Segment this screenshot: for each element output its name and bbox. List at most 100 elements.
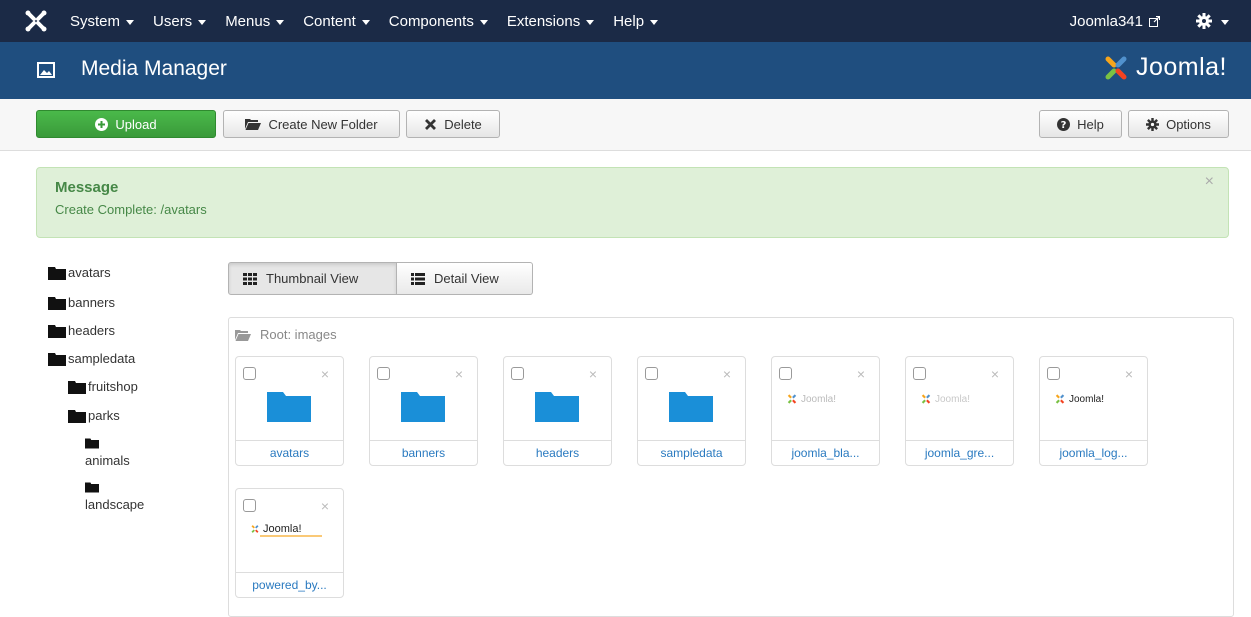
settings-menu[interactable]	[1196, 13, 1229, 29]
thumbnail-label[interactable]: banners	[370, 440, 477, 465]
joomla-logo-icon	[921, 394, 931, 404]
folder-icon	[48, 325, 66, 338]
folder-icon	[669, 392, 713, 422]
caret-down-icon	[650, 19, 659, 25]
thumbnail-label[interactable]: joomla_log...	[1040, 440, 1147, 465]
main-menu: System Users Menus Content Components Ex…	[70, 0, 677, 42]
tree-item-headers[interactable]: headers	[48, 323, 115, 338]
thumbnail-label[interactable]: avatars	[236, 440, 343, 465]
toolbar: Upload Create New Folder Delete ? Help O…	[0, 99, 1251, 151]
folder-icon	[85, 482, 99, 493]
select-checkbox[interactable]	[377, 367, 390, 380]
joomla-logo-icon	[1055, 394, 1065, 404]
image-preview: Joomla!	[786, 390, 866, 408]
thumbnail-label[interactable]: powered_by...	[236, 572, 343, 597]
select-checkbox[interactable]	[645, 367, 658, 380]
upload-button[interactable]: Upload	[36, 110, 216, 138]
delete-icon[interactable]: ×	[723, 366, 731, 382]
thumbnail-label[interactable]: sampledata	[638, 440, 745, 465]
caret-down-icon	[479, 19, 488, 25]
breadcrumb: Root: images	[235, 327, 337, 342]
folder-icon	[267, 392, 311, 422]
media-panel: Root: images × avatars × banners × heade…	[228, 317, 1234, 617]
success-message: Message Create Complete: /avatars ×	[36, 167, 1229, 238]
tree-item-animals[interactable]: animals	[85, 438, 130, 468]
delete-icon[interactable]: ×	[455, 366, 463, 382]
svg-text:?: ?	[1061, 120, 1067, 131]
select-checkbox[interactable]	[1047, 367, 1060, 380]
external-link-icon	[1149, 15, 1160, 27]
delete-icon[interactable]: ×	[321, 366, 329, 382]
gear-icon	[1196, 13, 1212, 29]
thumbnail-image-joomla-logo[interactable]: × Joomla! joomla_log...	[1039, 356, 1148, 466]
thumbnail-folder-banners[interactable]: × banners	[369, 356, 478, 466]
delete-icon[interactable]: ×	[589, 366, 597, 382]
thumbnail-folder-sampledata[interactable]: × sampledata	[637, 356, 746, 466]
grid-icon	[243, 272, 257, 285]
tree-item-landscape[interactable]: landscape	[85, 482, 144, 512]
select-checkbox[interactable]	[243, 499, 256, 512]
question-circle-icon: ?	[1057, 117, 1071, 131]
folder-icon	[85, 438, 99, 449]
delete-icon[interactable]: ×	[321, 498, 329, 514]
tree-item-fruitshop[interactable]: fruitshop	[68, 379, 138, 394]
caret-down-icon	[361, 19, 370, 25]
site-link[interactable]: Joomla341	[1070, 13, 1160, 30]
create-folder-button[interactable]: Create New Folder	[223, 110, 400, 138]
joomla-brand: Joomla!	[1102, 53, 1227, 82]
caret-down-icon	[198, 19, 207, 25]
thumbnail-label[interactable]: joomla_bla...	[772, 440, 879, 465]
joomla-logo-icon	[1105, 56, 1127, 79]
close-message-button[interactable]: ×	[1205, 173, 1214, 191]
select-checkbox[interactable]	[779, 367, 792, 380]
message-text: Create Complete: /avatars	[55, 202, 207, 217]
menu-content[interactable]: Content	[303, 13, 370, 30]
message-heading: Message	[55, 179, 119, 196]
help-button[interactable]: ? Help	[1039, 110, 1122, 138]
thumbnail-label[interactable]: headers	[504, 440, 611, 465]
tree-item-parks[interactable]: parks	[68, 408, 120, 423]
menu-system[interactable]: System	[70, 13, 135, 30]
folder-icon	[68, 410, 86, 423]
tree-item-banners[interactable]: banners	[48, 295, 115, 310]
menu-extensions[interactable]: Extensions	[507, 13, 595, 30]
joomla-logo-icon	[787, 394, 797, 404]
menu-users[interactable]: Users	[153, 13, 207, 30]
joomla-logo-icon[interactable]	[24, 10, 48, 32]
folder-icon	[68, 381, 86, 394]
brand-text: Joomla!	[1135, 53, 1227, 81]
select-checkbox[interactable]	[511, 367, 524, 380]
image-preview: Joomla!	[1054, 390, 1134, 408]
thumbnail-view-button[interactable]: Thumbnail View	[228, 262, 397, 295]
folder-open-icon	[235, 329, 251, 341]
tree-item-sampledata[interactable]: sampledata	[48, 351, 135, 366]
thumbnail-image-powered-by[interactable]: × Joomla! powered_by...	[235, 488, 344, 598]
folder-icon	[48, 297, 66, 310]
delete-icon[interactable]: ×	[1125, 366, 1133, 382]
delete-icon[interactable]: ×	[857, 366, 865, 382]
gear-icon	[1146, 117, 1160, 131]
joomla-logo-icon	[251, 525, 259, 533]
menu-help[interactable]: Help	[613, 13, 659, 30]
thumbnail-image-joomla-black[interactable]: × Joomla! joomla_bla...	[771, 356, 880, 466]
menu-components[interactable]: Components	[389, 13, 488, 30]
thumbnail-label[interactable]: joomla_gre...	[906, 440, 1013, 465]
thumbnail-image-joomla-green[interactable]: × Joomla! joomla_gre...	[905, 356, 1014, 466]
caret-down-icon	[276, 19, 285, 25]
list-icon	[411, 272, 425, 285]
thumbnail-folder-avatars[interactable]: × avatars	[235, 356, 344, 466]
caret-down-icon	[1221, 19, 1229, 25]
select-checkbox[interactable]	[913, 367, 926, 380]
folder-icon	[48, 353, 66, 366]
folder-icon	[48, 267, 66, 280]
close-icon	[425, 118, 437, 130]
thumbnail-folder-headers[interactable]: × headers	[503, 356, 612, 466]
detail-view-button[interactable]: Detail View	[397, 262, 533, 295]
delete-button[interactable]: Delete	[406, 110, 500, 138]
select-checkbox[interactable]	[243, 367, 256, 380]
tree-item-avatars[interactable]: avatars	[48, 265, 111, 280]
options-button[interactable]: Options	[1128, 110, 1229, 138]
image-tagline	[260, 535, 322, 537]
menu-menus[interactable]: Menus	[225, 13, 285, 30]
delete-icon[interactable]: ×	[991, 366, 999, 382]
